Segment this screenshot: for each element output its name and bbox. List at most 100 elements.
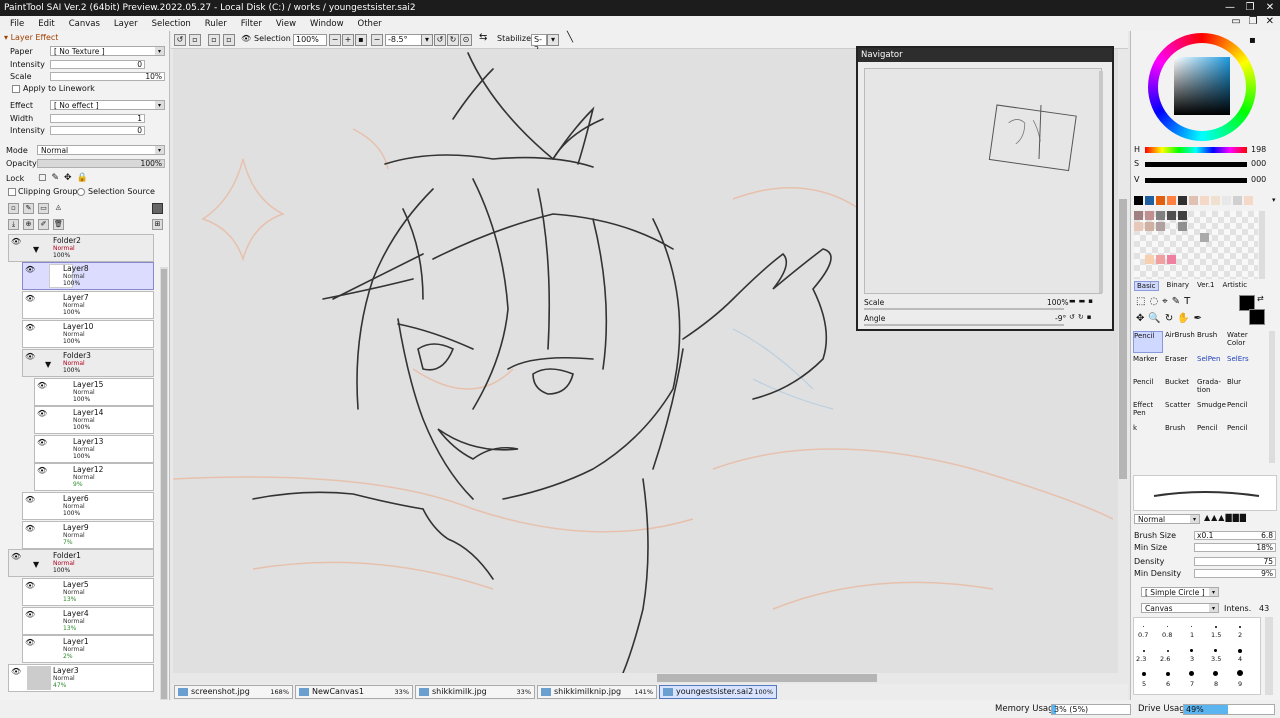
tool-airbrush[interactable]: AirBrush xyxy=(1165,331,1195,339)
tab-artistic[interactable]: Artistic xyxy=(1223,281,1248,291)
tool-selers[interactable]: SelErs xyxy=(1227,355,1257,363)
clipping-group-checkbox[interactable] xyxy=(8,188,16,196)
folder-collapse-icon[interactable]: ▼ xyxy=(33,560,39,569)
maximize-button[interactable]: ❐ xyxy=(1240,0,1260,16)
rotate-ccw-icon[interactable]: ↺ xyxy=(434,34,446,46)
density-slider[interactable]: 75 xyxy=(1194,557,1276,566)
clear-layer-icon[interactable]: ✐ xyxy=(38,219,49,230)
menu-window[interactable]: Window xyxy=(310,19,344,29)
stabilizer-select[interactable]: S-2 xyxy=(531,34,547,54)
zoom-out-icon[interactable]: − xyxy=(329,34,341,46)
nav-scale-buttons[interactable]: ▬▬▪ xyxy=(1069,297,1096,305)
layer-item[interactable]: 👁 Layer8 Normal 100% xyxy=(22,262,154,290)
layer-item[interactable]: 👁 Layer3 Normal 47% xyxy=(8,664,154,692)
new-linework-icon[interactable]: ✎ xyxy=(23,203,34,214)
color-history[interactable] xyxy=(1134,196,1259,208)
tool-selpen[interactable]: SelPen xyxy=(1197,355,1227,363)
tool-eraser[interactable]: Eraser xyxy=(1165,355,1195,363)
nav-angle-slider[interactable] xyxy=(864,324,1064,326)
brush-size-slider[interactable]: x0.1 6.8 xyxy=(1194,531,1276,540)
document-tab[interactable]: screenshot.jpg 168% xyxy=(174,685,293,699)
new-layer-icon[interactable]: ▫ xyxy=(8,203,19,214)
visibility-eye-icon[interactable]: 👁 xyxy=(37,381,47,390)
visibility-eye-icon[interactable]: 👁 xyxy=(25,352,35,361)
invert-selection-icon[interactable]: ▫ xyxy=(223,34,235,46)
tab-ver1[interactable]: Ver.1 xyxy=(1197,281,1214,291)
layer-item[interactable]: 👁 Layer15 Normal 100% xyxy=(34,378,154,406)
eye-toggle-icon[interactable]: 👁 xyxy=(241,34,251,43)
visibility-eye-icon[interactable]: 👁 xyxy=(37,438,47,447)
canvas-horizontal-scrollbar[interactable] xyxy=(173,673,1118,683)
visibility-eye-icon[interactable]: 👁 xyxy=(11,667,21,676)
doc-close-icon[interactable]: ✕ xyxy=(1266,16,1274,27)
rotate-cw-icon[interactable]: ↻ xyxy=(447,34,459,46)
swatch-palette[interactable] xyxy=(1134,211,1258,279)
new-folder-icon[interactable]: ▭ xyxy=(38,203,49,214)
line-tool-icon[interactable]: ╲ xyxy=(567,32,573,43)
document-tab[interactable]: shikkimilknip.jpg 141% xyxy=(537,685,657,699)
layer-item[interactable]: 👁 ▼ Folder3 Normal 100% xyxy=(22,349,154,377)
color-wheel-options-icon[interactable]: ▪ xyxy=(1249,35,1256,46)
close-button[interactable]: ✕ xyxy=(1260,0,1280,16)
document-tab[interactable]: NewCanvas1 33% xyxy=(295,685,413,699)
color-sv-square[interactable] xyxy=(1174,57,1230,115)
tool-gradation[interactable]: Grada-tion xyxy=(1197,378,1227,394)
layer-item[interactable]: 👁 Layer6 Normal 100% xyxy=(22,492,154,520)
blend-mode-dropdown[interactable]: Normal ▾ xyxy=(37,145,165,155)
visibility-eye-icon[interactable]: 👁 xyxy=(25,524,35,533)
zoom-reset-icon[interactable]: ▪ xyxy=(355,34,367,46)
tool-pencil4[interactable]: Pencil xyxy=(1197,424,1227,432)
tool-marker[interactable]: Marker xyxy=(1133,355,1163,363)
secondary-color[interactable] xyxy=(1249,309,1265,325)
menu-file[interactable]: File xyxy=(10,19,24,29)
layer-item[interactable]: 👁 ▼ Folder1 Normal 100% xyxy=(8,549,154,577)
zoom-in-icon[interactable]: + xyxy=(342,34,354,46)
layer-item[interactable]: 👁 Layer1 Normal 2% xyxy=(22,635,154,663)
layer-options-icon[interactable]: ⊞ xyxy=(152,219,163,230)
opacity-slider[interactable]: 100% xyxy=(37,159,165,168)
tool-pencil[interactable]: Pencil xyxy=(1133,331,1163,353)
layer-effect-header[interactable]: ▾ Layer Effect xyxy=(0,31,169,44)
folder-collapse-icon[interactable]: ▼ xyxy=(33,245,39,254)
tool-pencil5[interactable]: Pencil xyxy=(1227,424,1257,432)
canvas-vertical-scrollbar[interactable] xyxy=(1118,49,1128,673)
menu-edit[interactable]: Edit xyxy=(38,19,54,29)
layer-item[interactable]: 👁 Layer4 Normal 13% xyxy=(22,607,154,635)
presets-scrollbar[interactable] xyxy=(1265,617,1273,695)
menu-layer[interactable]: Layer xyxy=(114,19,138,29)
min-size-slider[interactable]: 18% xyxy=(1194,543,1276,552)
layer-item[interactable]: 👁 Layer5 Normal 13% xyxy=(22,578,154,606)
scale-slider[interactable]: 10% xyxy=(50,72,165,81)
intensity-slider[interactable]: 0 xyxy=(50,60,145,69)
deselect-icon[interactable]: ▫ xyxy=(208,34,220,46)
menu-other[interactable]: Other xyxy=(358,19,382,29)
visibility-eye-icon[interactable]: 👁 xyxy=(37,466,47,475)
tool-brush[interactable]: Brush xyxy=(1197,331,1227,339)
visibility-eye-icon[interactable]: 👁 xyxy=(25,610,35,619)
nav-scale-slider[interactable] xyxy=(864,308,1064,310)
tool-effect-pen[interactable]: Effect Pen xyxy=(1133,401,1163,417)
tool-scatter[interactable]: Scatter xyxy=(1165,401,1195,409)
visibility-eye-icon[interactable]: 👁 xyxy=(25,495,35,504)
width-slider[interactable]: 1 xyxy=(50,114,145,123)
merge-down-icon[interactable]: ⊕ xyxy=(23,219,34,230)
visibility-eye-icon[interactable]: 👁 xyxy=(25,294,35,303)
effect-dropdown[interactable]: [ No effect ] ▾ xyxy=(50,100,165,110)
document-tab[interactable]: shikkimilk.jpg 33% xyxy=(415,685,535,699)
menu-canvas[interactable]: Canvas xyxy=(69,19,100,29)
visibility-eye-icon[interactable]: 👁 xyxy=(25,581,35,590)
hue-slider[interactable] xyxy=(1145,147,1247,153)
visibility-eye-icon[interactable]: 👁 xyxy=(11,237,21,246)
panel-option-icon[interactable] xyxy=(152,203,163,214)
layer-item[interactable]: 👁 Layer9 Normal 7% xyxy=(22,521,154,549)
selection-tools[interactable]: ⬚◌⌖✎T xyxy=(1136,296,1194,307)
apply-linework-checkbox[interactable] xyxy=(12,85,20,93)
doc-restore-icon[interactable]: ❐ xyxy=(1249,16,1258,27)
tool-blur[interactable]: Blur xyxy=(1227,378,1257,386)
palette-scrollbar[interactable] xyxy=(1259,211,1265,279)
mask-icon[interactable]: ◬ xyxy=(53,203,64,214)
tool-brush2[interactable]: Brush xyxy=(1165,424,1195,432)
swap-color-icon[interactable]: ⇄ xyxy=(1257,294,1264,303)
visibility-eye-icon[interactable]: 👁 xyxy=(25,638,35,647)
folder-collapse-icon[interactable]: ▼ xyxy=(45,360,51,369)
